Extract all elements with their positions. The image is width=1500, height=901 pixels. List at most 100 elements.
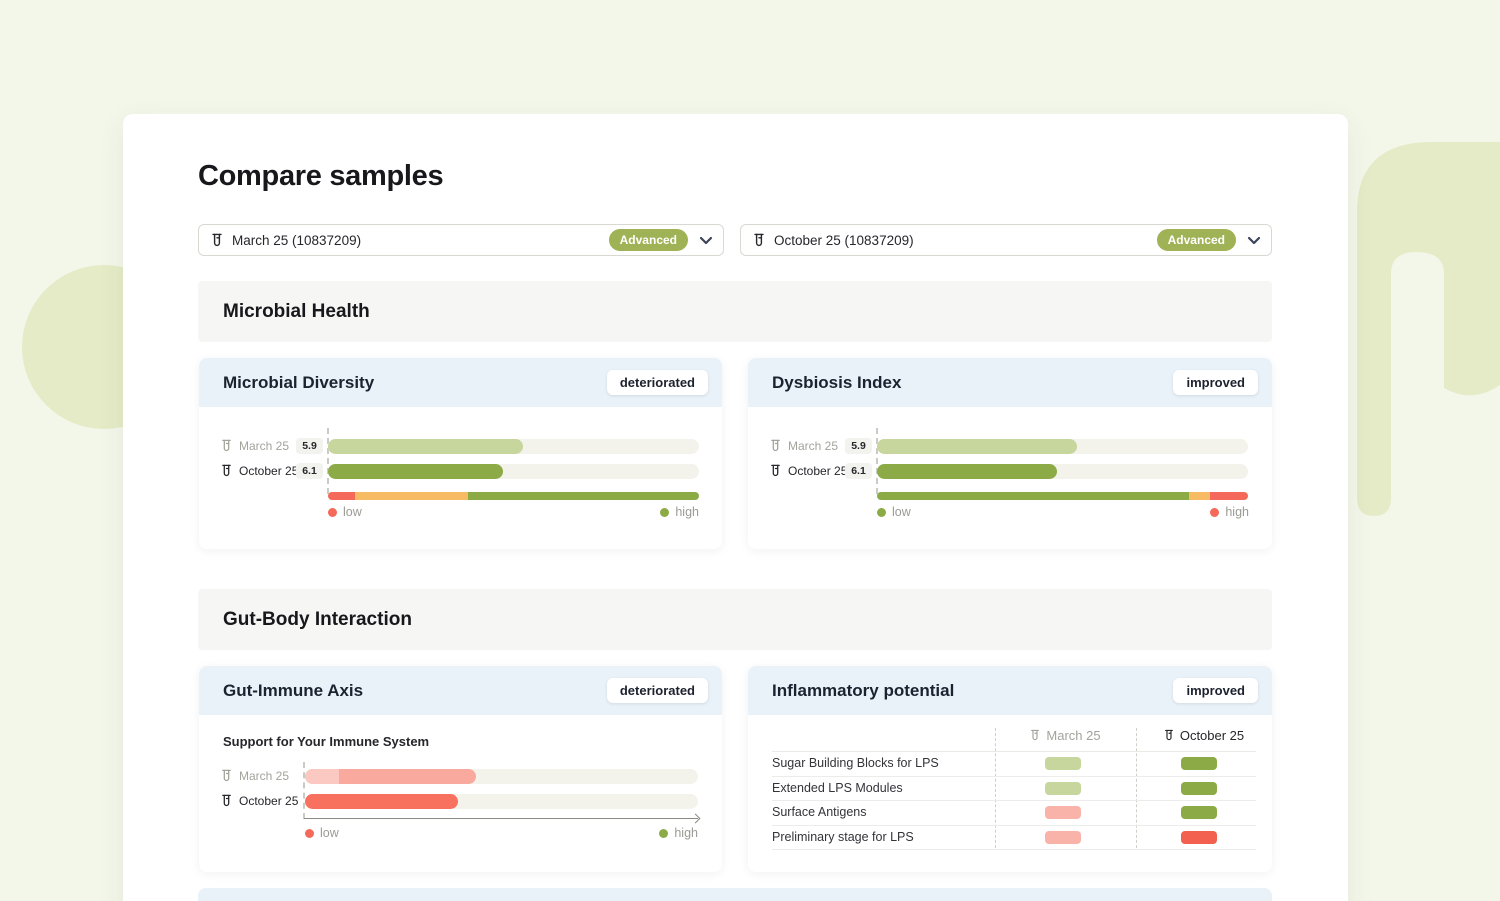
selected-sample-label: October 25 (10837209) [774,233,914,248]
table-row: Sugar Building Blocks for LPS [772,751,1256,777]
bar-row: October 25 6.1 [748,463,1272,480]
legend-label: high [1225,505,1249,519]
row-label: Surface Antigens [772,805,867,819]
main-panel: Compare samples March 25 (10837209) Adva… [123,114,1348,901]
level-pill-october [1181,806,1217,819]
legend-dot [328,508,337,517]
test-tube-icon [221,464,232,478]
test-tube-icon [221,794,232,808]
card-header: Inflammatory potential improved [748,666,1272,715]
status-badge: deteriorated [607,678,708,703]
scale-segment [1210,492,1248,500]
section-header-microbial-health: Microbial Health [198,281,1272,342]
table-column-header-march: March 25 [995,728,1136,743]
card-header: Gut-Immune Axis deteriorated [199,666,722,715]
level-pill-october [1181,757,1217,770]
legend-low: low [877,505,911,519]
table-row: Surface Antigens [772,800,1256,826]
next-card-header-cutoff [198,888,1272,901]
card-title: Inflammatory potential [772,681,954,701]
scale-segment [468,492,699,500]
status-badge: improved [1173,370,1258,395]
scale-bar [877,492,1248,500]
bar-row: March 25 [199,768,722,785]
card-inflammatory-potential: Inflammatory potential improved March 25… [748,666,1272,872]
level-pill-october [1181,782,1217,795]
legend-dot [660,508,669,517]
card-microbial-diversity: Microbial Diversity deteriorated March 2… [199,358,722,549]
legend-high: high [659,826,698,840]
bar-fill [328,439,523,454]
table-row: Extended LPS Modules [772,776,1256,802]
advanced-badge: Advanced [1157,229,1236,251]
table-row: Preliminary stage for LPS [772,825,1256,851]
sample-selector-left[interactable]: March 25 (10837209) Advanced [198,224,724,256]
bar-track [877,439,1248,454]
card-header: Microbial Diversity deteriorated [199,358,722,407]
x-axis-line [304,818,698,819]
card-title: Dysbiosis Index [772,373,901,393]
scale-segment [877,492,1189,500]
bar-track [305,769,698,784]
scale-bar [328,492,699,500]
bar-fill [305,769,476,784]
bar-label: March 25 [788,439,838,453]
legend-low: low [328,505,362,519]
legend-label: low [892,505,911,519]
bar-row: March 25 5.9 [199,438,722,455]
legend-label: high [675,505,699,519]
legend-dot [305,829,314,838]
section-title: Microbial Health [223,301,370,323]
value-badge: 6.1 [296,463,323,479]
value-badge: 6.1 [845,463,872,479]
scale-segment [328,492,355,500]
bar-fill [328,464,503,479]
table-column-header-october: October 25 [1136,728,1272,743]
bar-label: October 25 [239,464,298,478]
page-title: Compare samples [198,160,443,193]
level-pill-march [1045,782,1081,795]
status-badge: deteriorated [607,370,708,395]
level-pill-october [1181,831,1217,844]
advanced-badge: Advanced [609,229,688,251]
card-dysbiosis-index: Dysbiosis Index improved March 25 5.9 Oc… [748,358,1272,549]
chevron-down-icon[interactable] [1247,236,1261,245]
bar-row: October 25 6.1 [199,463,722,480]
axis-arrow-icon [691,813,701,823]
test-tube-icon [753,233,765,248]
legend-dot [877,508,886,517]
level-pill-march [1045,831,1081,844]
level-pill-march [1045,806,1081,819]
bar-label: October 25 [239,794,298,808]
test-tube-icon [770,464,781,478]
sample-selector-right[interactable]: October 25 (10837209) Advanced [740,224,1272,256]
test-tube-icon [221,769,232,783]
bar-track [305,794,698,809]
legend-high: high [660,505,699,519]
legend-dot [1210,508,1219,517]
bar-label: March 25 [239,439,289,453]
column-label: October 25 [1180,728,1244,743]
legend-label: high [674,826,698,840]
section-title: Gut-Body Interaction [223,609,412,631]
legend-high: high [1210,505,1249,519]
row-label: Sugar Building Blocks for LPS [772,756,939,770]
row-label: Extended LPS Modules [772,781,903,795]
row-label: Preliminary stage for LPS [772,830,914,844]
bar-row: March 25 5.9 [748,438,1272,455]
scale-segment [355,492,468,500]
test-tube-icon [1164,729,1174,742]
chevron-down-icon[interactable] [699,236,713,245]
scale-segment [1189,492,1209,500]
bar-fill [305,794,458,809]
bar-track [877,464,1248,479]
bar-row: October 25 [199,793,722,810]
value-badge: 5.9 [845,438,872,454]
legend-label: low [343,505,362,519]
bar-label: March 25 [239,769,289,783]
chart-subtitle: Support for Your Immune System [223,734,429,749]
value-badge: 5.9 [296,438,323,454]
test-tube-icon [211,233,223,248]
bar-label: October 25 [788,464,847,478]
legend-low: low [305,826,339,840]
